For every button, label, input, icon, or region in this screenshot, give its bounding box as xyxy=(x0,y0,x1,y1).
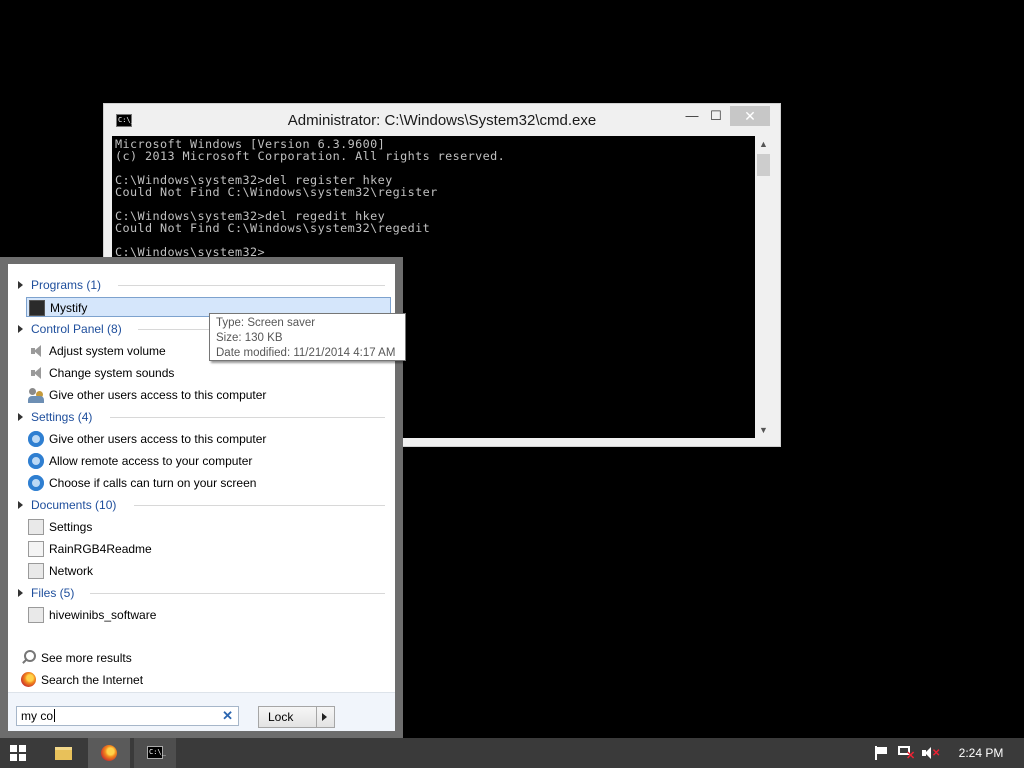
settings-file-icon xyxy=(28,519,44,535)
start-button[interactable] xyxy=(10,745,26,761)
tooltip-type: Type: Screen saver xyxy=(216,317,316,329)
file-info-tooltip: Type: Screen saver Size: 130 KB Date mod… xyxy=(209,313,406,361)
group-label: Settings (4) xyxy=(31,410,93,424)
firefox-taskbar-button[interactable] xyxy=(88,738,130,768)
result-item-user-access-settings[interactable]: Give other users access to this computer xyxy=(26,429,391,449)
volume-muted-icon[interactable]: ✕ xyxy=(921,746,940,760)
search-bar: my co ✕ Lock xyxy=(8,692,395,731)
clear-search-icon[interactable]: ✕ xyxy=(222,708,233,724)
taskbar-clock[interactable]: 2:24 PM xyxy=(950,746,1012,760)
console-scrollbar[interactable]: ▲ ▼ xyxy=(755,136,772,438)
result-label: Network xyxy=(49,564,94,578)
cmd-window-title: Administrator: C:\Windows\System32\cmd.e… xyxy=(287,112,597,129)
result-label: RainRGB4Readme xyxy=(49,542,152,556)
firefox-icon xyxy=(21,672,36,687)
group-label: Programs (1) xyxy=(31,278,102,292)
result-item-network[interactable]: Network xyxy=(26,561,391,581)
result-item-rainrgb4readme[interactable]: RainRGB4Readme xyxy=(26,539,391,559)
network-disconnected-icon[interactable]: ✕ xyxy=(898,746,915,762)
search-input-text: my co xyxy=(21,709,56,723)
cmd-icon: C:\_ xyxy=(147,746,166,759)
settings-file-icon xyxy=(28,563,44,579)
group-label: Control Panel (8) xyxy=(31,322,122,336)
minimize-button[interactable]: — xyxy=(680,106,704,126)
result-item-user-access-cp[interactable]: Give other users access to this computer xyxy=(26,385,391,405)
power-options-arrow-icon[interactable] xyxy=(322,713,327,721)
text-file-icon xyxy=(28,541,44,557)
expand-arrow-icon xyxy=(18,325,23,333)
divider xyxy=(110,417,385,418)
speaker-icon xyxy=(28,343,44,359)
result-label: Choose if calls can turn on your screen xyxy=(49,476,257,490)
group-label: Documents (10) xyxy=(31,498,117,512)
result-label: Give other users access to this computer xyxy=(49,388,267,402)
divider xyxy=(118,285,385,286)
result-item-remote-access[interactable]: Allow remote access to your computer xyxy=(26,451,391,471)
divider xyxy=(134,505,385,506)
search-internet-link[interactable]: Search the Internet xyxy=(21,671,221,689)
gear-icon xyxy=(28,475,44,491)
result-label: Adjust system volume xyxy=(49,344,166,358)
lock-button[interactable]: Lock xyxy=(258,706,335,728)
result-item-hivewinibs-software[interactable]: hivewinibs_software xyxy=(26,605,391,625)
gear-icon xyxy=(28,431,44,447)
group-header-settings[interactable]: Settings (4) xyxy=(18,409,385,425)
search-internet-label: Search the Internet xyxy=(41,673,144,687)
expand-arrow-icon xyxy=(18,589,23,597)
see-more-results-link[interactable]: See more results xyxy=(21,649,221,667)
tooltip-size: Size: 130 KB xyxy=(216,332,283,344)
see-more-label: See more results xyxy=(41,651,132,665)
result-label: Mystify xyxy=(50,301,88,315)
settings-file-icon xyxy=(28,607,44,623)
file-explorer-taskbar-button[interactable] xyxy=(46,738,82,768)
result-item-calls-screen[interactable]: Choose if calls can turn on your screen xyxy=(26,473,391,493)
firefox-icon xyxy=(101,745,117,761)
lock-button-label: Lock xyxy=(268,710,294,724)
users-icon xyxy=(28,387,44,403)
cmd-titlebar[interactable]: C:\_ Administrator: C:\Windows\System32\… xyxy=(104,104,780,136)
result-item-change-sounds[interactable]: Change system sounds xyxy=(26,363,391,383)
scroll-thumb[interactable] xyxy=(757,154,770,176)
gear-icon xyxy=(28,453,44,469)
result-label: Settings xyxy=(49,520,93,534)
tooltip-date: Date modified: 11/21/2014 4:17 AM xyxy=(216,347,396,359)
group-header-programs[interactable]: Programs (1) xyxy=(18,277,385,293)
result-label: Allow remote access to your computer xyxy=(49,454,253,468)
result-label: Give other users access to this computer xyxy=(49,432,267,446)
taskbar: C:\_ ✕ ✕ 2:24 PM xyxy=(0,738,1024,768)
search-input[interactable]: my co ✕ xyxy=(16,706,239,726)
cmd-taskbar-button[interactable]: C:\_ xyxy=(134,738,176,768)
console-text: Microsoft Windows [Version 6.3.9600] (c)… xyxy=(115,137,506,259)
speaker-icon xyxy=(28,365,44,381)
expand-arrow-icon xyxy=(18,281,23,289)
expand-arrow-icon xyxy=(18,501,23,509)
scroll-up-arrow-icon[interactable]: ▲ xyxy=(755,136,772,152)
result-item-settings-doc[interactable]: Settings xyxy=(26,517,391,537)
divider xyxy=(316,707,317,727)
group-header-documents[interactable]: Documents (10) xyxy=(18,497,385,513)
maximize-button[interactable]: ☐ xyxy=(704,106,728,126)
screensaver-icon xyxy=(29,300,45,316)
result-label: hivewinibs_software xyxy=(49,608,157,622)
divider xyxy=(90,593,385,594)
group-label: Files (5) xyxy=(31,586,75,600)
group-header-files[interactable]: Files (5) xyxy=(18,585,385,601)
result-label: Change system sounds xyxy=(49,366,175,380)
folder-icon xyxy=(55,747,72,760)
expand-arrow-icon xyxy=(18,413,23,421)
close-button[interactable]: ✕ xyxy=(730,106,770,126)
action-center-flag-icon[interactable] xyxy=(874,746,888,760)
scroll-down-arrow-icon[interactable]: ▼ xyxy=(755,422,772,438)
